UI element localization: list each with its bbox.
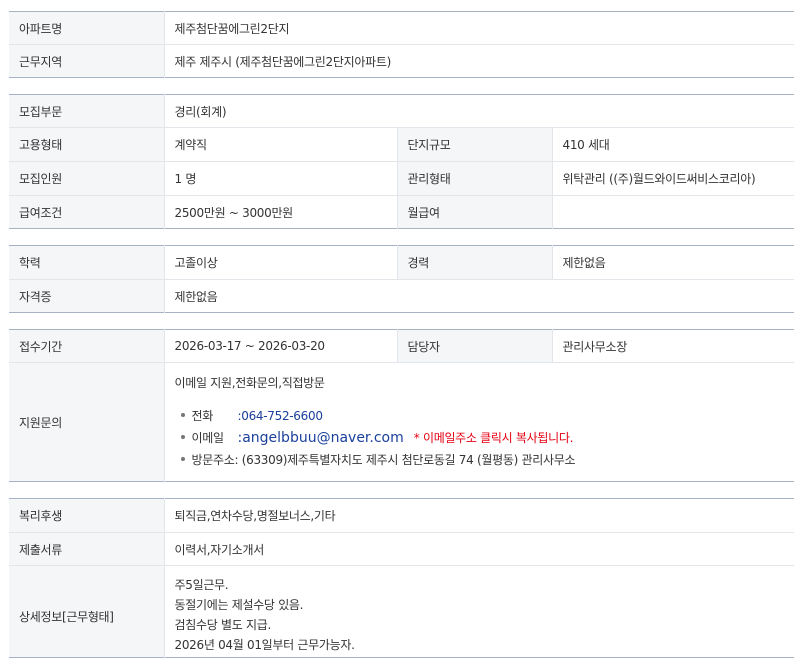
detail-label: 상세정보[근무형태]: [9, 565, 165, 658]
salary-label: 급여조건: [9, 195, 165, 229]
visit-value: : (63309)제주특별자치도 제주시 첨단로동길 74 (월평동) 관리사무…: [234, 452, 576, 467]
inquiry-label: 지원문의: [9, 362, 165, 482]
complex-size-label: 단지규모: [396, 127, 553, 162]
period-label: 접수기간: [9, 329, 165, 363]
table-row: 근무지역 제주 제주시 (제주첨단꿈에그린2단지아파트): [9, 44, 794, 78]
table-row: 지원문의 이메일 지원,전화문의,직접방문 전화 :064-752-6600 이메…: [9, 362, 794, 482]
detail-line: 검침수당 별도 지급.: [174, 617, 272, 632]
table-row: 복리후생 퇴직금,연차수당,명절보너스,기타: [9, 498, 794, 533]
education-value: 고졸이상: [174, 256, 218, 270]
bullet-icon: [180, 457, 185, 461]
headcount-value: 1 명: [164, 161, 397, 196]
employment-value: 계약직: [164, 127, 397, 162]
welfare-value: 퇴직금,연차수당,명절보너스,기타: [174, 509, 336, 523]
bullet-icon: [180, 413, 185, 417]
apply-info-table: 접수기간 2026-03-17 ~ 2026-03-20 담당자 관리사무소장 …: [9, 329, 794, 482]
table-row: 고용형태 계약직 단지규모 410 세대: [9, 127, 794, 162]
pay-type-label: 월급여: [396, 195, 553, 229]
manager-value: 관리사무소장: [562, 339, 628, 354]
email-link[interactable]: :angelbbuu@naver.com: [238, 430, 404, 446]
mgmt-type-label: 관리형태: [396, 161, 553, 196]
field-label: 모집부문: [9, 94, 165, 128]
salary-value: 2500만원 ~ 3000만원: [164, 195, 397, 229]
detail-line: 주5일근무.: [174, 577, 229, 592]
apt-name-value: 제주첨단꿈에그린2단지: [174, 21, 290, 36]
table-row: 학력 고졸이상 경력 제한없음: [9, 245, 794, 280]
table-row: 모집부문 경리(회계): [9, 94, 794, 128]
headcount-label: 모집인원: [9, 161, 165, 196]
career-label: 경력: [396, 245, 553, 280]
apt-name-label: 아파트명: [9, 11, 165, 45]
contact-list: 전화 :064-752-6600 이메일 :angelbbuu@naver.com *…: [175, 405, 785, 471]
phone-label: 전화: [191, 408, 214, 423]
table-row: 모집인원 1 명 관리형태 위탁관리 ((주)월드와이드써비스코리아): [9, 161, 794, 196]
recruit-info-table: 모집부문 경리(회계) 고용형태 계약직 단지규모 410 세대 모집인원 1 …: [9, 94, 794, 229]
manager-label: 담당자: [396, 329, 553, 363]
license-value: 제한없음: [164, 279, 794, 313]
documents-label: 제출서류: [9, 532, 165, 566]
work-area-label: 근무지역: [9, 44, 165, 78]
job-detail: 아파트명 제주첨단꿈에그린2단지 근무지역 제주 제주시 (제주첨단꿈에그린2단…: [9, 0, 794, 658]
period-value: 2026-03-17 ~ 2026-03-20: [174, 339, 326, 353]
field-value: 경리(회계): [174, 104, 227, 119]
table-row: 아파트명 제주첨단꿈에그린2단지: [9, 11, 794, 45]
documents-value: 이력서,자기소개서: [164, 532, 794, 566]
basic-info-table: 아파트명 제주첨단꿈에그린2단지 근무지역 제주 제주시 (제주첨단꿈에그린2단…: [9, 11, 794, 78]
qualification-table: 학력 고졸이상 경력 제한없음 자격증 제한없음: [9, 245, 794, 313]
detail-line: 동절기에는 제설수당 있음.: [174, 597, 304, 612]
apply-methods: 이메일 지원,전화문의,직접방문: [174, 375, 325, 390]
inquiry-body: 이메일 지원,전화문의,직접방문 전화 :064-752-6600 이메일 :ang…: [164, 362, 794, 482]
education-label: 학력: [9, 245, 165, 280]
email-label: 이메일: [191, 430, 225, 445]
table-row: 자격증 제한없음: [9, 279, 794, 313]
visit-label: 방문주소: [191, 452, 235, 467]
pay-type-value: [552, 195, 794, 229]
license-label: 자격증: [9, 279, 165, 313]
table-row: 접수기간 2026-03-17 ~ 2026-03-20 담당자 관리사무소장: [9, 329, 794, 363]
benefits-table: 복리후생 퇴직금,연차수당,명절보너스,기타 제출서류 이력서,자기소개서 상세…: [9, 498, 794, 658]
table-row: 상세정보[근무형태] 주5일근무. 동절기에는 제설수당 있음. 검침수당 별도…: [9, 565, 794, 658]
mgmt-type-value: 위탁관리 ((주)월드와이드써비스코리아): [552, 161, 794, 196]
bullet-icon: [180, 435, 185, 439]
welfare-label: 복리후생: [9, 498, 165, 533]
contact-visit: 방문주소: (63309)제주특별자치도 제주시 첨단로동길 74 (월평동) …: [179, 449, 785, 471]
phone-value: :064-752-6600: [237, 408, 323, 423]
detail-line: 2026년 04월 01일부터 근무가능자.: [174, 637, 355, 652]
contact-email: 이메일 :angelbbuu@naver.com * 이메일주소 클릭시 복사됩니다…: [179, 427, 785, 449]
work-area-value: 제주 제주시 (제주첨단꿈에그린2단지아파트): [164, 44, 794, 78]
employment-label: 고용형태: [9, 127, 165, 162]
table-row: 급여조건 2500만원 ~ 3000만원 월급여: [9, 195, 794, 229]
career-value: 제한없음: [562, 256, 606, 270]
table-row: 제출서류 이력서,자기소개서: [9, 532, 794, 566]
email-copy-note: * 이메일주소 클릭시 복사됩니다.: [413, 430, 574, 445]
contact-phone: 전화 :064-752-6600: [179, 405, 785, 427]
detail-body: 주5일근무. 동절기에는 제설수당 있음. 검침수당 별도 지급. 2026년 …: [164, 565, 794, 658]
complex-size-value: 410 세대: [552, 127, 794, 162]
